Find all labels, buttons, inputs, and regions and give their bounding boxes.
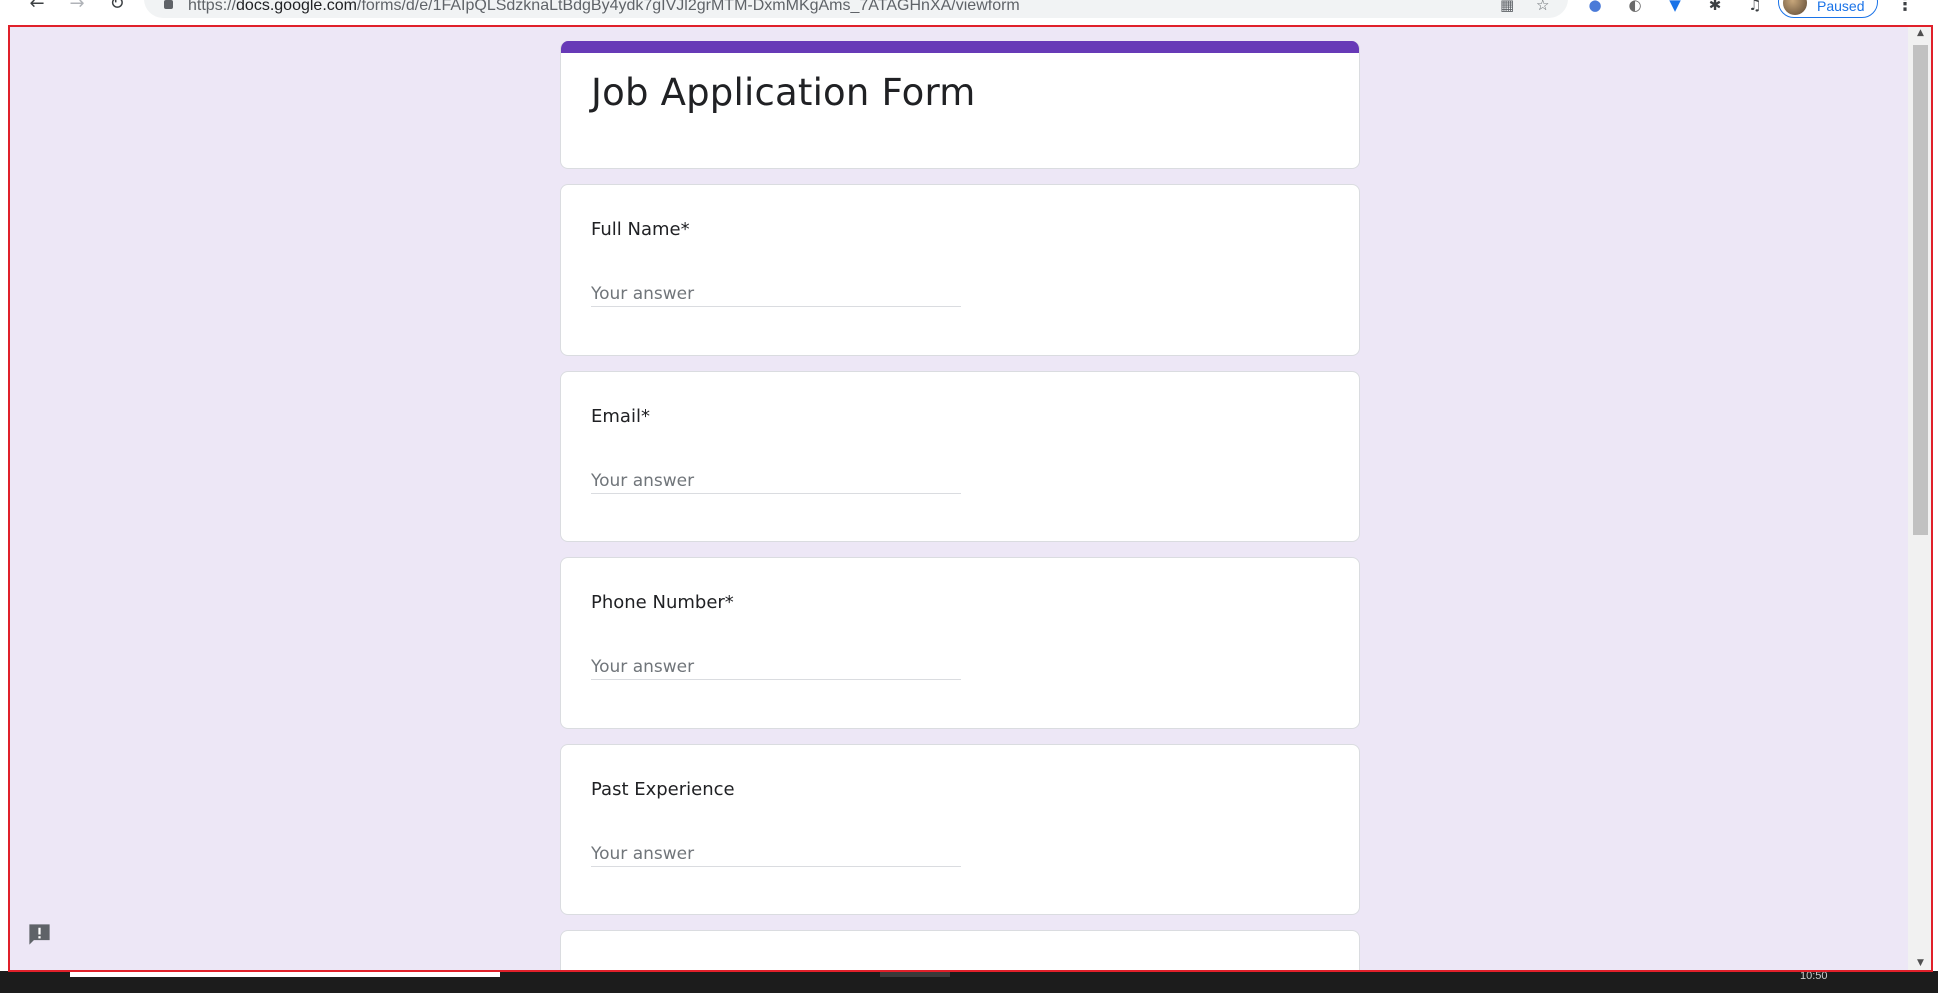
email-input[interactable] xyxy=(591,468,961,494)
question-label: Past Experience xyxy=(591,779,735,800)
lock-icon[interactable] xyxy=(164,0,173,9)
taskbar: 10:50 xyxy=(0,971,1938,993)
scroll-up-icon[interactable]: ▲ xyxy=(1908,25,1933,41)
scrollbar-thumb[interactable] xyxy=(1913,45,1928,535)
question-card-next xyxy=(560,930,1360,970)
taskbar-app-indicator[interactable] xyxy=(880,971,950,977)
form-title: Job Application Form xyxy=(591,71,976,114)
url-host: docs.google.com xyxy=(236,0,357,14)
form-container: Job Application Form Full Name* Email* P… xyxy=(560,41,1360,971)
taskbar-search-box[interactable] xyxy=(70,971,500,977)
url-scheme: https:// xyxy=(188,0,237,14)
star-icon[interactable]: ☆ xyxy=(1536,0,1549,14)
extension-1-icon[interactable]: ● xyxy=(1584,0,1606,14)
page-scrollbar[interactable]: ▲ ▼ xyxy=(1908,25,1933,971)
back-arrow-icon[interactable]: ← xyxy=(24,0,50,16)
question-label: Phone Number* xyxy=(591,592,734,613)
forward-arrow-icon[interactable]: → xyxy=(64,0,90,16)
question-card-full-name: Full Name* xyxy=(560,184,1360,356)
question-label: Full Name* xyxy=(591,219,690,240)
question-label: Email* xyxy=(591,406,650,427)
browser-toolbar: ← → ↻ https://docs.google.com/forms/d/e/… xyxy=(0,0,1938,25)
question-card-email: Email* xyxy=(560,371,1360,542)
form-title-card: Job Application Form xyxy=(560,41,1360,169)
profile-status-label: Paused xyxy=(1817,0,1865,14)
media-control-icon[interactable]: ♫ xyxy=(1744,0,1766,14)
title-accent-bar xyxy=(561,41,1359,53)
extension-2-icon[interactable]: ◐ xyxy=(1624,0,1646,14)
url-path: /forms/d/e/1FAIpQLSdzknaLtBdgBy4ydk7gIVJ… xyxy=(357,0,1020,14)
past-experience-input[interactable] xyxy=(591,841,961,867)
page-viewport: Job Application Form Full Name* Email* P… xyxy=(8,25,1933,971)
full-name-input[interactable] xyxy=(591,281,961,307)
vpn-extension-icon[interactable]: ▼ xyxy=(1664,0,1686,14)
address-bar[interactable]: https://docs.google.com/forms/d/e/1FAIpQ… xyxy=(144,0,1568,18)
avatar xyxy=(1783,0,1807,15)
tab-search-icon[interactable]: ▦ xyxy=(1500,0,1514,14)
taskbar-clock: 10:50 xyxy=(1800,970,1828,982)
puzzle-icon[interactable]: ✱ xyxy=(1704,0,1726,14)
question-card-past-experience: Past Experience xyxy=(560,744,1360,915)
url-text[interactable]: https://docs.google.com/forms/d/e/1FAIpQ… xyxy=(188,0,1020,14)
feedback-icon[interactable] xyxy=(26,921,53,948)
scroll-down-icon[interactable]: ▼ xyxy=(1908,955,1933,971)
three-dots-menu-icon[interactable]: ⋮ xyxy=(1896,0,1914,15)
reload-icon[interactable]: ↻ xyxy=(104,0,130,16)
profile-button[interactable]: Paused xyxy=(1778,0,1878,18)
phone-number-input[interactable] xyxy=(591,654,961,680)
question-card-phone: Phone Number* xyxy=(560,557,1360,729)
